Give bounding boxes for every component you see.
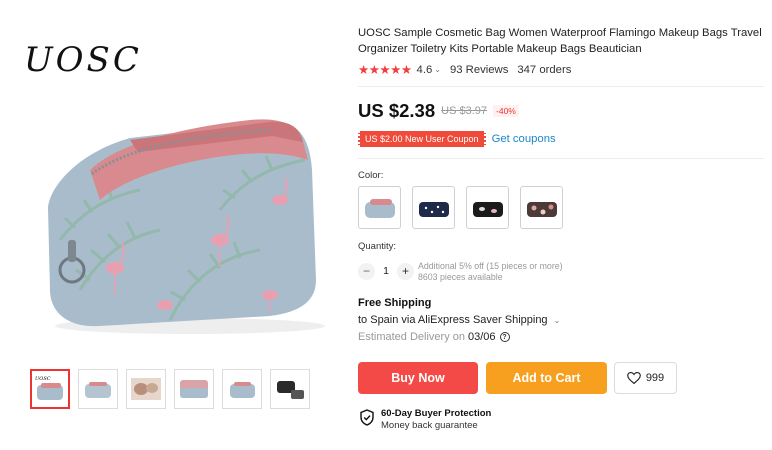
divider: [358, 86, 764, 87]
pink-bag-icon: [526, 201, 557, 217]
delivery-label: Estimated Delivery on: [358, 331, 465, 343]
original-price: US $3.97: [441, 105, 488, 117]
coupon-row: US $2.00 New User Coupon Get coupons: [358, 131, 556, 147]
thumbnail-6[interactable]: [270, 369, 310, 409]
main-product-image[interactable]: UOSC: [20, 20, 340, 340]
shipping-destination[interactable]: to Spain via AliExpress Saver Shipping ⌄: [358, 314, 569, 326]
quantity-stepper: − 1 + Additional 5% off (15 pieces or mo…: [358, 260, 563, 282]
protection-subtitle: Money back guarantee: [381, 420, 478, 431]
wishlist-button[interactable]: 999: [614, 362, 677, 394]
thumbnail-1[interactable]: UOSC: [30, 369, 70, 409]
svg-text:UOSC: UOSC: [35, 376, 51, 382]
shipping-destination-text: to Spain via AliExpress Saver Shipping: [358, 314, 548, 326]
get-coupons-link[interactable]: Get coupons: [492, 133, 556, 145]
color-option-pink-print[interactable]: [520, 186, 563, 229]
bag-thumbnail-icon: [230, 382, 255, 398]
chevron-down-icon: ⌄: [553, 316, 561, 325]
discount-badge: -40%: [493, 105, 519, 117]
quantity-input[interactable]: 1: [375, 265, 397, 277]
bulk-discount-note: Additional 5% off (15 pieces or more): [418, 261, 563, 271]
new-user-coupon-tag[interactable]: US $2.00 New User Coupon: [358, 131, 486, 147]
black-bag-icon: [472, 201, 503, 217]
buy-now-button[interactable]: Buy Now: [358, 362, 478, 394]
wishlist-count: 999: [645, 372, 665, 384]
quantity-increase-button[interactable]: +: [397, 262, 414, 280]
thumbnail-4[interactable]: [174, 369, 214, 409]
protection-title: 60-Day Buyer Protection: [381, 408, 492, 419]
delivery-date: 03/06: [468, 331, 496, 343]
orders-count: 347 orders: [517, 63, 572, 76]
chevron-down-icon[interactable]: ⌄: [434, 65, 441, 74]
bag-black-thumbnail-icon: [277, 381, 304, 399]
thumbnail-2[interactable]: [78, 369, 118, 409]
rating-value[interactable]: 4.6: [417, 64, 433, 76]
product-title: UOSC Sample Cosmetic Bag Women Waterproo…: [358, 27, 762, 55]
question-icon[interactable]: ?: [499, 332, 510, 342]
price-row: US $2.38 US $3.97 -40%: [358, 100, 519, 122]
rating-row: ★★★★★ 4.6 ⌄ 93 Reviews 347 orders: [358, 62, 571, 77]
shipping-title: Free Shipping: [358, 297, 432, 309]
bag-side-thumbnail-icon: [180, 380, 208, 398]
estimated-delivery: Estimated Delivery on 03/06 ?: [358, 331, 510, 343]
color-option-black-pattern[interactable]: [466, 186, 509, 229]
quantity-label: Quantity:: [358, 241, 397, 252]
bag-thumbnail-icon: [85, 382, 111, 398]
stock-available-note: 8603 pieces available: [418, 272, 503, 282]
grey-bag-icon: [364, 198, 395, 218]
reviews-link[interactable]: 93 Reviews: [450, 64, 508, 76]
bag-open-thumbnail-icon: [131, 378, 161, 400]
navy-bag-icon: [418, 201, 449, 217]
heart-icon: [626, 372, 641, 384]
star-icon: ★★★★★: [358, 63, 412, 77]
brand-logo: UOSC: [24, 40, 142, 80]
thumbnail-5[interactable]: [222, 369, 262, 409]
buyer-protection: 60-Day Buyer Protection Money back guara…: [360, 408, 491, 432]
color-option-grey-flamingo[interactable]: [358, 186, 401, 229]
quantity-decrease-button[interactable]: −: [358, 262, 375, 280]
color-option-navy-dots[interactable]: [412, 186, 455, 229]
thumbnail-3[interactable]: [126, 369, 166, 409]
product-photo: [48, 119, 325, 334]
bag-thumbnail-icon: UOSC: [35, 376, 63, 400]
thumbnail-strip: UOSC: [30, 369, 310, 409]
add-to-cart-button[interactable]: Add to Cart: [486, 362, 607, 394]
shield-check-icon: [360, 409, 374, 426]
color-label: Color:: [358, 170, 384, 181]
color-options: [358, 186, 563, 229]
current-price: US $2.38: [358, 100, 436, 121]
divider: [358, 158, 764, 159]
